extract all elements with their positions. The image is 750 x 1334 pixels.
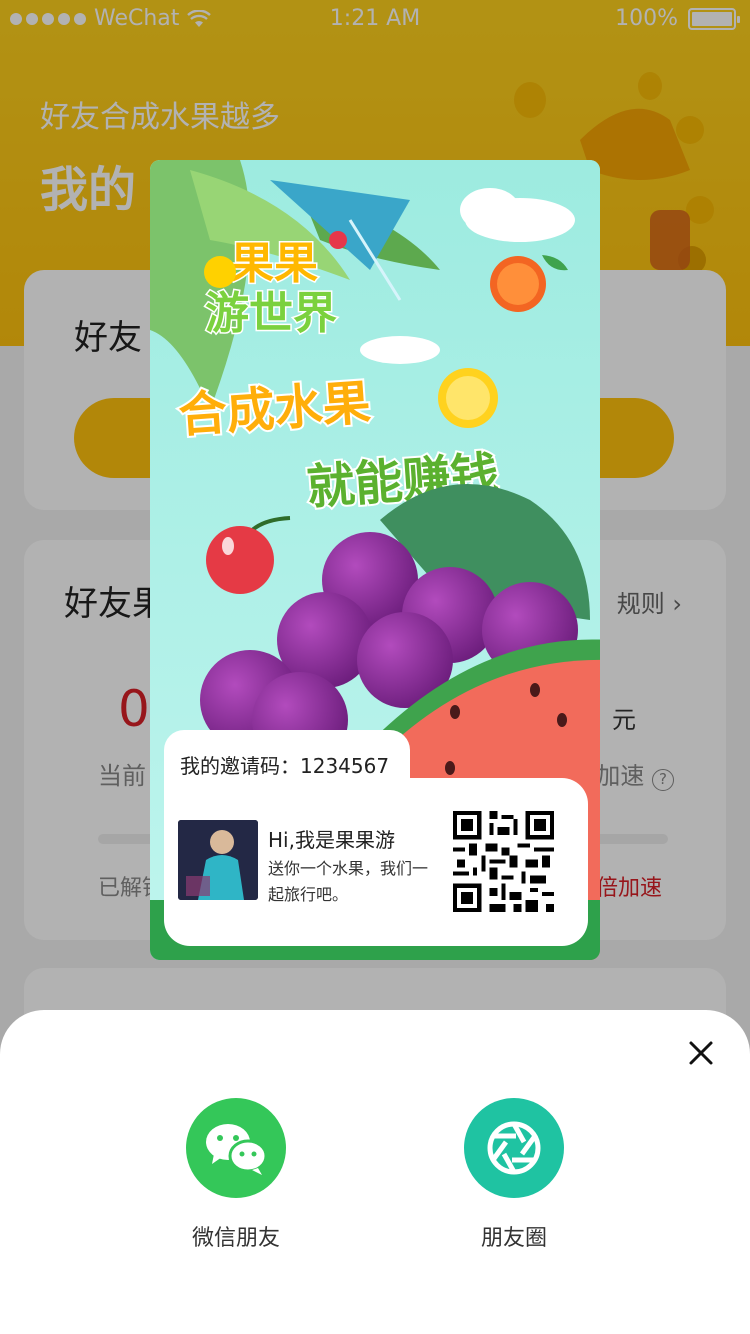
logo-line1: 果果 — [230, 238, 318, 289]
share-poster: 果果 游世界 合成水果 就能赚钱 我的邀请码：1234567 Hi,我是果果游 … — [150, 160, 600, 960]
share-wechat-friend-button[interactable]: 微信朋友 — [186, 1098, 286, 1251]
moments-icon — [464, 1098, 564, 1198]
close-icon[interactable] — [682, 1034, 720, 1072]
share-sheet — [0, 1010, 750, 1334]
qr-code-icon — [453, 811, 554, 912]
description-text: 送你一个水果，我们一起旅行吧。 — [268, 859, 429, 904]
logo-line2: 游世界 — [205, 288, 337, 339]
wechat-icon — [186, 1098, 286, 1198]
share-moments-button[interactable]: 朋友圈 — [464, 1098, 564, 1251]
share-wechat-friend-label: 微信朋友 — [191, 1226, 280, 1251]
avatar — [178, 820, 258, 900]
greeting-text: Hi,我是果果游 — [268, 828, 395, 852]
invite-code: 我的邀请码：1234567 — [180, 754, 390, 778]
share-moments-label: 朋友圈 — [480, 1226, 547, 1251]
